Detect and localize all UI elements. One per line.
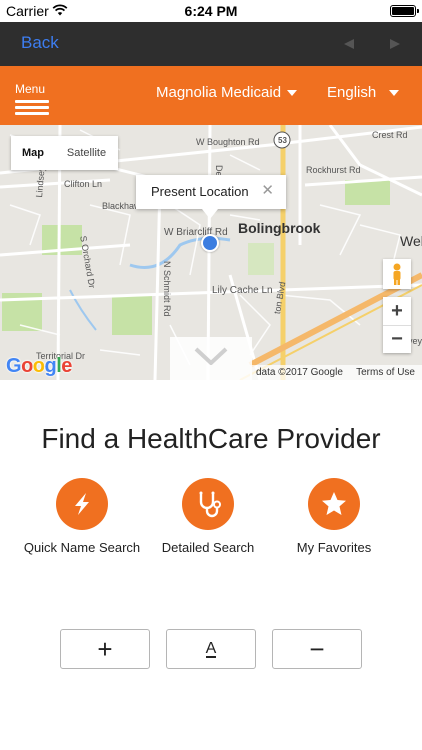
terms-of-use-link[interactable]: Terms of Use [356, 367, 415, 378]
reset-font-button[interactable]: A [166, 629, 256, 669]
map-type-map-tab[interactable]: Map [11, 136, 55, 170]
decrease-font-button[interactable]: − [272, 629, 362, 669]
status-bar: Carrier 6:24 PM [0, 0, 422, 22]
map-type-satellite-tab[interactable]: Satellite [55, 136, 118, 170]
minus-icon: − [309, 634, 325, 664]
detailed-search-button[interactable]: Detailed Search [138, 478, 278, 555]
next-arrow-icon[interactable] [390, 39, 400, 49]
zoom-in-button[interactable]: + [383, 297, 411, 325]
previous-arrow-icon[interactable] [344, 39, 354, 49]
map-label-clifton: Clifton Ln [64, 179, 103, 189]
route-53-shield: 53 [278, 136, 287, 145]
map-label-schmidt: N Schmidt Rd [162, 261, 172, 317]
lightning-icon [56, 478, 108, 530]
hamburger-icon [15, 100, 49, 103]
screen: Carrier 6:24 PM Back Menu Magnolia Medic… [0, 0, 422, 750]
my-favorites-button[interactable]: My Favorites [264, 478, 404, 555]
battery-icon [390, 5, 419, 17]
plus-icon: + [97, 634, 113, 664]
location-pin-icon[interactable] [201, 234, 219, 252]
map-attribution: data ©2017 Google Terms of Use [250, 365, 422, 380]
detailed-search-label: Detailed Search [161, 540, 255, 555]
map-label-wel: Wel [400, 233, 422, 249]
collapse-map-button[interactable] [170, 337, 252, 380]
plan-dropdown-caret-icon[interactable] [287, 90, 297, 96]
navigation-bar: Back [0, 22, 422, 66]
map-label-w-boughton: W Boughton Rd [196, 137, 260, 147]
plan-dropdown[interactable]: Magnolia Medicaid [156, 84, 281, 101]
battery-fill [392, 7, 414, 15]
google-letter: o [32, 355, 45, 377]
menu-button[interactable]: Menu [15, 82, 49, 118]
chevron-down-icon [194, 347, 228, 365]
google-letter: e [61, 355, 72, 377]
map-copyright: data ©2017 Google [256, 367, 343, 378]
font-size-icon: A [205, 639, 217, 658]
language-dropdown-caret-icon[interactable] [389, 90, 399, 96]
map-label-bolingbrook: Bolingbrook [238, 220, 321, 236]
app-header: Menu Magnolia Medicaid English [0, 66, 422, 125]
google-letter: G [6, 355, 22, 377]
map-view[interactable]: 53 W Boughton Rd Rockhurst Rd Crest Rd C… [0, 125, 422, 380]
my-favorites-label: My Favorites [296, 540, 372, 555]
zoom-out-button[interactable]: − [383, 325, 411, 353]
map-label-w-briarcliff: W Briarcliff Rd [164, 227, 228, 238]
menu-label: Menu [15, 82, 46, 96]
map-label-blackhawk: Blackhaw [102, 201, 141, 211]
google-logo: Google [6, 355, 72, 378]
street-view-button[interactable] [383, 259, 411, 289]
callout-text: Present Location [151, 184, 249, 199]
pegman-icon [393, 263, 401, 285]
map-label-lily-cache: Lily Cache Ln [212, 285, 273, 296]
quick-name-search-label: Quick Name Search [23, 540, 141, 555]
map-label-crest: Crest Rd [372, 130, 408, 140]
increase-font-button[interactable]: + [60, 629, 150, 669]
stethoscope-icon [182, 478, 234, 530]
google-letter: g [44, 355, 57, 377]
back-button[interactable]: Back [21, 33, 59, 53]
zoom-controls: + − [383, 297, 411, 353]
map-type-toggle: Map Satellite [11, 136, 118, 170]
close-icon[interactable]: ✕ [261, 181, 274, 199]
google-letter: o [21, 355, 33, 377]
star-icon [308, 478, 360, 530]
quick-name-search-button[interactable]: Quick Name Search [12, 478, 152, 555]
map-label-rockhurst: Rockhurst Rd [306, 165, 361, 175]
language-dropdown[interactable]: English [327, 84, 376, 101]
page-title: Find a HealthCare Provider [41, 423, 381, 454]
location-callout[interactable]: Present Location ✕ [136, 175, 286, 219]
status-time: 6:24 PM [184, 3, 238, 19]
